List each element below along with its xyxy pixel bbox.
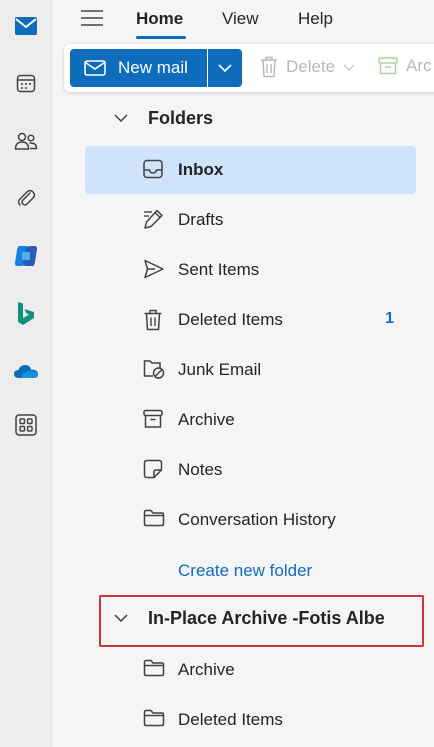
folder-label: Archive (178, 660, 235, 679)
envelope-icon (84, 60, 106, 76)
trash-icon (143, 309, 167, 331)
new-mail-dropdown-button[interactable] (208, 49, 242, 87)
tab-home[interactable]: Home (136, 9, 183, 29)
folder-label: Archive (178, 410, 235, 429)
attachment-icon[interactable] (0, 178, 52, 218)
top-navigation: Home View Help (52, 0, 434, 40)
copilot-icon[interactable] (0, 236, 52, 276)
app-rail (0, 0, 52, 747)
folder-junk-email[interactable]: Junk Email (85, 346, 416, 394)
chevron-down-icon (218, 64, 232, 72)
folder-deleted-items[interactable]: Deleted Items 1 (85, 296, 416, 344)
junk-icon (143, 359, 167, 381)
bing-icon[interactable] (0, 294, 52, 334)
folder-archive-archive[interactable]: Archive (85, 646, 416, 694)
archive-icon (378, 57, 398, 75)
active-tab-indicator (136, 36, 186, 39)
delete-button[interactable]: Delete (260, 56, 355, 78)
calendar-icon[interactable] (0, 63, 52, 103)
folder-inbox[interactable]: Inbox (85, 146, 416, 194)
sent-icon (143, 259, 167, 281)
unread-count-badge: 1 (385, 310, 394, 327)
folders-title: Folders (148, 107, 214, 128)
people-icon[interactable] (0, 121, 52, 161)
new-mail-label: New mail (118, 58, 188, 77)
archive-button[interactable]: Arc (378, 56, 432, 76)
drafts-icon (143, 209, 167, 231)
new-mail-button[interactable]: New mail (70, 49, 207, 87)
folder-notes[interactable]: Notes (85, 446, 416, 494)
mail-icon[interactable] (0, 6, 52, 46)
tab-help[interactable]: Help (298, 9, 333, 29)
folder-archive-deleted-items[interactable]: Deleted Items (85, 696, 416, 744)
folder-icon (143, 659, 167, 681)
folder-label: Conversation History (178, 510, 336, 529)
inbox-icon (143, 159, 167, 181)
archive-icon (143, 409, 167, 431)
archive-label: Arc (406, 56, 432, 75)
ribbon-toolbar: New mail Delete Arc (64, 44, 434, 92)
folder-conversation-history[interactable]: Conversation History (85, 496, 416, 544)
tab-view[interactable]: View (222, 9, 259, 29)
highlight-box (99, 595, 424, 647)
chevron-down-icon (114, 114, 128, 122)
folder-label: Drafts (178, 210, 224, 229)
folder-drafts[interactable]: Drafts (85, 196, 416, 244)
folder-label: Inbox (178, 160, 224, 179)
folder-label: Deleted Items (178, 310, 283, 329)
folder-archive[interactable]: Archive (85, 396, 416, 444)
notes-icon (143, 459, 167, 481)
delete-label: Delete (286, 57, 336, 76)
hamburger-menu-icon[interactable] (81, 9, 105, 31)
folder-icon (143, 509, 167, 531)
folder-sent-items[interactable]: Sent Items (85, 246, 416, 294)
folder-label: Junk Email (178, 360, 262, 379)
chevron-down-icon (343, 64, 355, 71)
onedrive-icon[interactable] (0, 351, 52, 391)
folder-icon (143, 709, 167, 731)
trash-icon (260, 56, 278, 78)
folder-label: Notes (178, 460, 223, 479)
folders-section-header[interactable]: Folders (100, 96, 213, 140)
folder-label: Sent Items (178, 260, 260, 279)
create-new-folder-link[interactable]: Create new folder (178, 561, 312, 581)
folder-label: Deleted Items (178, 710, 283, 729)
apps-icon[interactable] (0, 405, 52, 445)
